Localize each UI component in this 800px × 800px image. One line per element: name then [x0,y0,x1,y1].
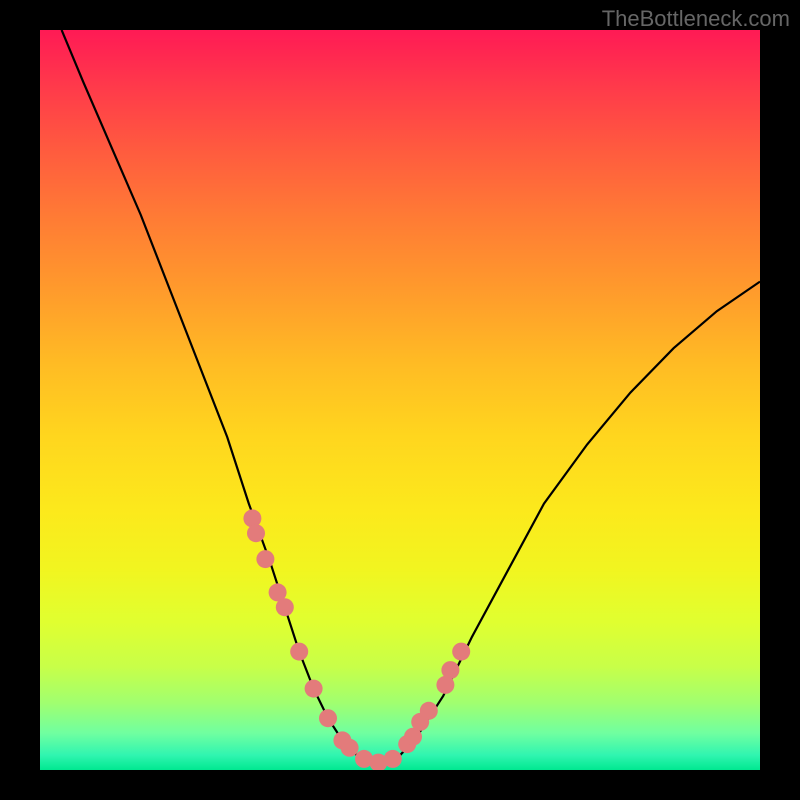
data-marker [341,739,359,757]
data-marker [276,598,294,616]
data-marker [319,709,337,727]
data-markers [243,509,470,770]
data-marker [441,661,459,679]
data-marker [384,750,402,768]
data-marker [290,643,308,661]
data-marker [247,524,265,542]
data-marker [256,550,274,568]
chart-plot-area [40,30,760,770]
data-marker [452,643,470,661]
watermark-text: TheBottleneck.com [602,6,790,32]
data-marker [305,680,323,698]
data-marker [420,702,438,720]
chart-svg [40,30,760,770]
bottleneck-curve [62,30,760,763]
